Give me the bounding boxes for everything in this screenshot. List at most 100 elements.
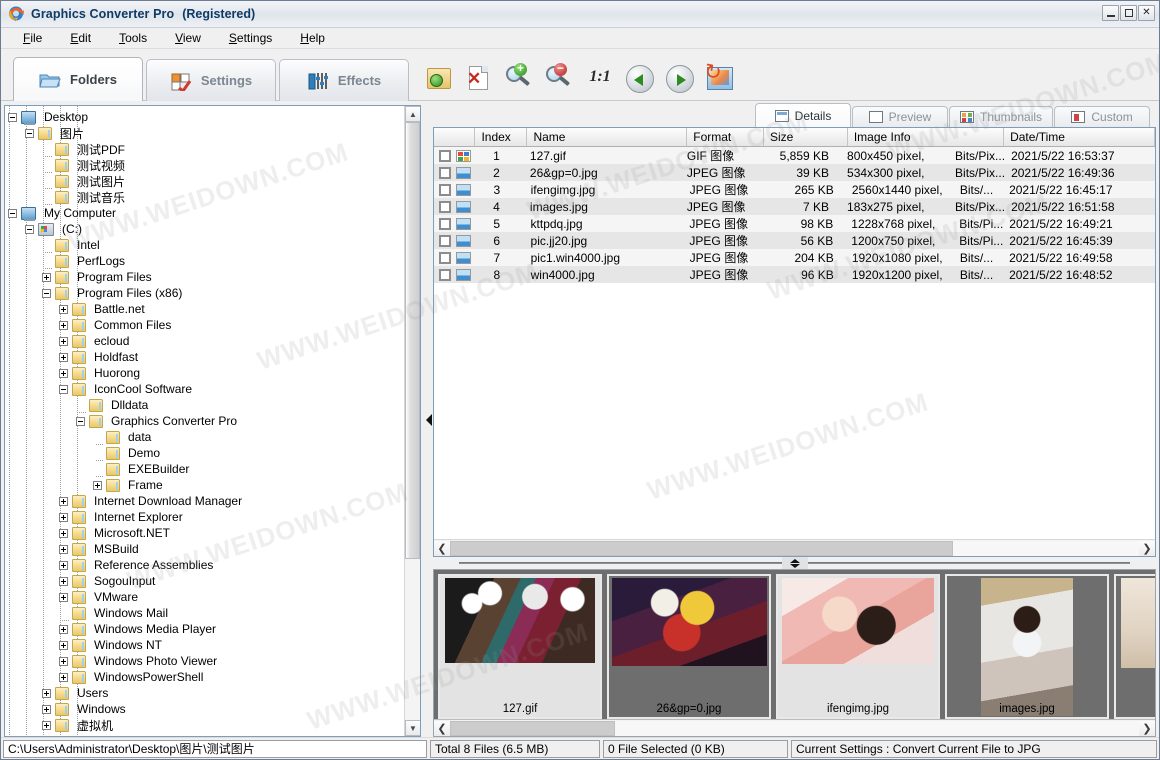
tree-item[interactable]: Microsoft.NET bbox=[8, 525, 404, 541]
tab-folders[interactable]: Folders bbox=[13, 57, 143, 101]
expand-icon[interactable] bbox=[59, 528, 68, 538]
tree-item[interactable]: Huorong bbox=[8, 365, 404, 381]
thumbnail-row[interactable]: 127.gif 26&gp=0.jpg ifengimg.jpg images.jpg… bbox=[434, 570, 1155, 719]
menu-help[interactable]: Help bbox=[286, 29, 339, 47]
collapse-icon[interactable] bbox=[25, 128, 34, 138]
zoom-out-icon[interactable]: − bbox=[545, 62, 575, 94]
expand-icon[interactable] bbox=[59, 368, 68, 378]
tree-item[interactable]: Reference Assemblies bbox=[8, 557, 404, 573]
tree-item[interactable]: 图片 bbox=[8, 125, 404, 141]
maximize-icon[interactable] bbox=[1120, 5, 1137, 21]
thumbnail-item[interactable]: 26&gp=0.jpg bbox=[607, 574, 771, 719]
row-checkbox[interactable] bbox=[439, 251, 451, 264]
expand-icon[interactable] bbox=[42, 704, 51, 714]
row-checkbox[interactable] bbox=[439, 234, 451, 247]
tree-vertical-scrollbar[interactable]: ▲ ▼ bbox=[404, 106, 420, 736]
expand-icon[interactable] bbox=[42, 688, 51, 698]
row-checkbox[interactable] bbox=[439, 166, 451, 179]
expand-icon[interactable] bbox=[59, 624, 68, 634]
previous-icon[interactable] bbox=[625, 64, 655, 94]
table-row[interactable]: 3 ifengimg.jpg JPEG 图像 265 KB 2560x1440 pixe… bbox=[434, 181, 1155, 198]
tree-item[interactable]: Internet Explorer bbox=[8, 509, 404, 525]
column-header-index[interactable]: Index bbox=[475, 128, 528, 146]
tree-item[interactable]: Battle.net bbox=[8, 301, 404, 317]
expand-icon[interactable] bbox=[42, 720, 51, 730]
thumbnail-item[interactable]: kttpdq.jpg bbox=[1114, 574, 1155, 719]
tab-custom[interactable]: Custom bbox=[1054, 106, 1151, 127]
file-list-body[interactable]: 1 127.gif GIF 图像 5,859 KB 800x450 pixel, Bits… bbox=[434, 147, 1155, 539]
collapse-icon[interactable] bbox=[25, 224, 34, 234]
thumb-scroll-thumb[interactable] bbox=[450, 720, 616, 736]
expand-icon[interactable] bbox=[59, 304, 68, 314]
tab-settings[interactable]: Settings bbox=[146, 59, 276, 101]
expand-icon[interactable] bbox=[59, 544, 68, 554]
collapse-icon[interactable] bbox=[42, 288, 51, 298]
tree-item[interactable]: Demo bbox=[8, 445, 404, 461]
tree-item[interactable]: 测试音乐 bbox=[8, 189, 404, 205]
table-row[interactable]: 2 26&gp=0.jpg JPEG 图像 39 KB 534x300 pixel, Bi… bbox=[434, 164, 1155, 181]
zoom-in-icon[interactable]: + bbox=[505, 62, 535, 94]
horizontal-splitter[interactable] bbox=[433, 557, 1156, 569]
actual-size-icon[interactable]: 1:1 bbox=[585, 64, 615, 94]
menu-settings[interactable]: Settings bbox=[215, 29, 286, 47]
tree-item[interactable]: VMware bbox=[8, 589, 404, 605]
expand-icon[interactable] bbox=[59, 640, 68, 650]
delete-file-icon[interactable]: ✕ bbox=[465, 64, 495, 94]
tab-details[interactable]: Details bbox=[755, 103, 851, 127]
scroll-up-icon[interactable]: ▲ bbox=[405, 106, 420, 122]
add-folder-icon[interactable] bbox=[425, 64, 455, 94]
close-icon[interactable]: ✕ bbox=[1138, 5, 1155, 21]
thumbnail-horizontal-scrollbar[interactable]: ❮ ❯ bbox=[434, 719, 1155, 736]
tab-effects[interactable]: Effects bbox=[279, 59, 409, 101]
expand-icon[interactable] bbox=[59, 672, 68, 682]
expand-icon[interactable] bbox=[59, 320, 68, 330]
column-header-size[interactable]: Size bbox=[764, 128, 848, 146]
collapse-icon[interactable] bbox=[76, 416, 85, 426]
table-row[interactable]: 6 pic.jj20.jpg JPEG 图像 56 KB 1200x750 pixel,… bbox=[434, 232, 1155, 249]
current-path-field[interactable]: C:\Users\Administrator\Desktop\图片\测试图片 bbox=[3, 739, 427, 758]
tree-item[interactable]: Internet Download Manager bbox=[8, 493, 404, 509]
tree-scroll-thumb[interactable] bbox=[405, 122, 420, 559]
list-scroll-thumb[interactable] bbox=[450, 540, 953, 556]
splitter-handle-icon[interactable] bbox=[781, 557, 808, 569]
tree-item[interactable]: (C:) bbox=[8, 221, 404, 237]
tree-item[interactable]: SogouInput bbox=[8, 573, 404, 589]
tree-scroll-track[interactable] bbox=[405, 122, 420, 720]
convert-refresh-icon[interactable]: ↻ bbox=[702, 60, 735, 94]
column-header-format[interactable]: Format bbox=[687, 128, 764, 146]
collapse-icon[interactable] bbox=[59, 384, 68, 394]
tree-item[interactable]: Users bbox=[8, 685, 404, 701]
thumbnail-item[interactable]: images.jpg bbox=[945, 574, 1109, 719]
thumbnail-item[interactable]: ifengimg.jpg bbox=[776, 574, 940, 719]
thumbnail-item[interactable]: 127.gif bbox=[438, 574, 602, 719]
tree-item[interactable]: Frame bbox=[8, 477, 404, 493]
tree-item[interactable]: Common Files bbox=[8, 317, 404, 333]
tree-item[interactable]: Desktop bbox=[8, 109, 404, 125]
tree-item[interactable]: Intel bbox=[8, 237, 404, 253]
row-checkbox[interactable] bbox=[439, 217, 451, 230]
vertical-splitter[interactable] bbox=[425, 103, 433, 737]
table-row[interactable]: 1 127.gif GIF 图像 5,859 KB 800x450 pixel, Bits… bbox=[434, 147, 1155, 164]
tree-item[interactable]: 测试PDF bbox=[8, 141, 404, 157]
scroll-right-icon[interactable]: ❯ bbox=[1139, 540, 1155, 556]
menu-tools[interactable]: Tools bbox=[105, 29, 161, 47]
expand-icon[interactable] bbox=[42, 272, 51, 282]
expand-icon[interactable] bbox=[59, 336, 68, 346]
expand-icon[interactable] bbox=[59, 560, 68, 570]
thumb-scroll-track[interactable] bbox=[450, 720, 1139, 736]
expand-icon[interactable] bbox=[59, 576, 68, 586]
checkbox-column-header[interactable] bbox=[434, 128, 476, 146]
next-icon[interactable] bbox=[665, 64, 695, 94]
menu-file[interactable]: File bbox=[9, 29, 56, 47]
table-row[interactable]: 8 win4000.jpg JPEG 图像 96 KB 1920x1200 pixel,… bbox=[434, 266, 1155, 283]
menu-edit[interactable]: Edit bbox=[56, 29, 105, 47]
column-header-date-time[interactable]: Date/Time bbox=[1004, 128, 1155, 146]
tree-item[interactable]: ecloud bbox=[8, 333, 404, 349]
row-checkbox[interactable] bbox=[439, 268, 451, 281]
list-scroll-track[interactable] bbox=[450, 540, 1139, 556]
tree-item[interactable]: IconCool Software bbox=[8, 381, 404, 397]
expand-icon[interactable] bbox=[59, 656, 68, 666]
folder-tree[interactable]: Desktop 图片 测试PDF 测试视频 测试图片 测试音乐 My Computer (C:… bbox=[5, 106, 404, 736]
tree-item[interactable]: Windows Mail bbox=[8, 605, 404, 621]
tree-item[interactable]: EXEBuilder bbox=[8, 461, 404, 477]
